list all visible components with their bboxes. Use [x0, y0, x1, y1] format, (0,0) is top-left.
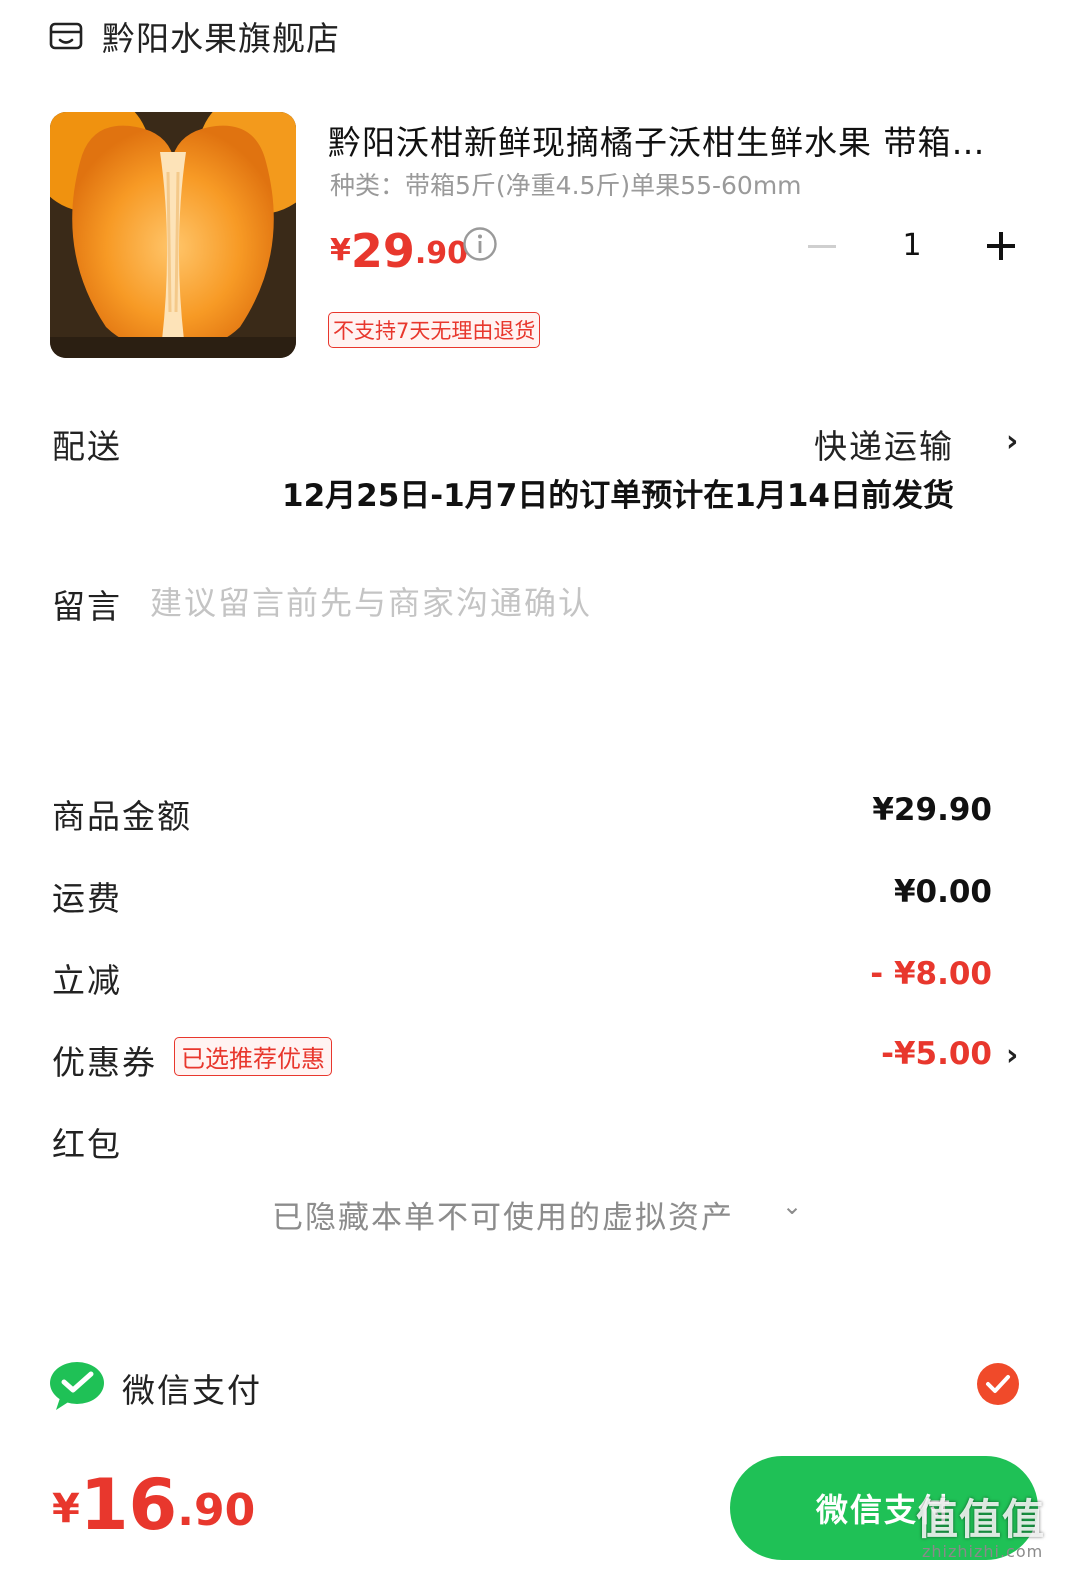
coupon-label[interactable]: 优惠券 — [52, 1036, 157, 1084]
discount-label: 立减 — [52, 961, 122, 1000]
shipping-fee-value: ¥0.00 — [893, 874, 992, 910]
delivery-chevron-icon[interactable]: › — [1006, 424, 1018, 459]
delivery-method[interactable]: 快递运输 — [814, 420, 954, 468]
total-decimal: .90 — [177, 1485, 256, 1536]
selected-check-icon[interactable] — [976, 1362, 1020, 1406]
delivery-note: 12月25日-1月7日的订单预计在1月14日前发货 — [282, 478, 954, 514]
return-policy-tag: 不支持7天无理由退货 — [328, 312, 541, 348]
hidden-assets-toggle[interactable]: 已隐藏本单不可使用的虚拟资产 — [272, 1192, 734, 1237]
chevron-down-icon[interactable]: ⌄ — [782, 1192, 802, 1220]
total-currency: ¥ — [52, 1486, 80, 1532]
coupon-chevron-icon[interactable]: › — [1006, 1038, 1018, 1073]
delivery-label: 配送 — [52, 427, 122, 466]
product-image[interactable] — [50, 112, 296, 358]
store-icon — [48, 18, 84, 54]
quantity-increase-button[interactable] — [985, 230, 1017, 262]
price-currency: ¥ — [330, 233, 351, 268]
price-decimal: .90 — [414, 236, 469, 271]
watermark-logo: 值值值 — [916, 1495, 1046, 1544]
store-header[interactable]: 黔阳水果旗舰店 — [48, 12, 340, 60]
wechat-pay-icon — [48, 1360, 106, 1412]
message-input[interactable] — [150, 578, 1010, 628]
goods-amount-value: ¥29.90 — [872, 792, 992, 828]
order-total: ¥ 16 .90 — [52, 1470, 255, 1540]
product-title[interactable]: 黔阳沃柑新鲜现摘橘子沃柑生鲜水果 带箱… — [328, 116, 1028, 164]
goods-amount-label: 商品金额 — [52, 797, 192, 836]
discount-value: - ¥8.00 — [870, 956, 992, 992]
checkout-page: 黔阳水果旗舰店 黔阳沃柑新鲜现摘橘子沃柑生鲜水果 带箱… 种类：带箱5斤(净重4… — [0, 0, 1080, 1582]
price-integer: 29 — [350, 224, 415, 278]
coupon-selected-tag[interactable]: 已选推荐优惠 — [174, 1037, 332, 1076]
watermark-site: zhizhizhi.com — [922, 1542, 1044, 1561]
red-packet-label[interactable]: 红包 — [52, 1118, 122, 1166]
quantity-value[interactable]: 1 — [898, 228, 926, 263]
quantity-decrease-button[interactable] — [806, 230, 838, 262]
total-integer: 16 — [79, 1464, 178, 1546]
message-label: 留言 — [52, 587, 122, 626]
info-icon[interactable] — [462, 226, 498, 262]
store-name: 黔阳水果旗舰店 — [102, 19, 340, 58]
coupon-value[interactable]: -¥5.00 — [881, 1036, 992, 1072]
product-spec[interactable]: 种类：带箱5斤(净重4.5斤)单果55-60mm — [330, 166, 802, 202]
shipping-fee-label: 运费 — [52, 879, 122, 918]
product-price: ¥ 29 .90 — [330, 218, 468, 274]
payment-method-name[interactable]: 微信支付 — [122, 1364, 262, 1412]
